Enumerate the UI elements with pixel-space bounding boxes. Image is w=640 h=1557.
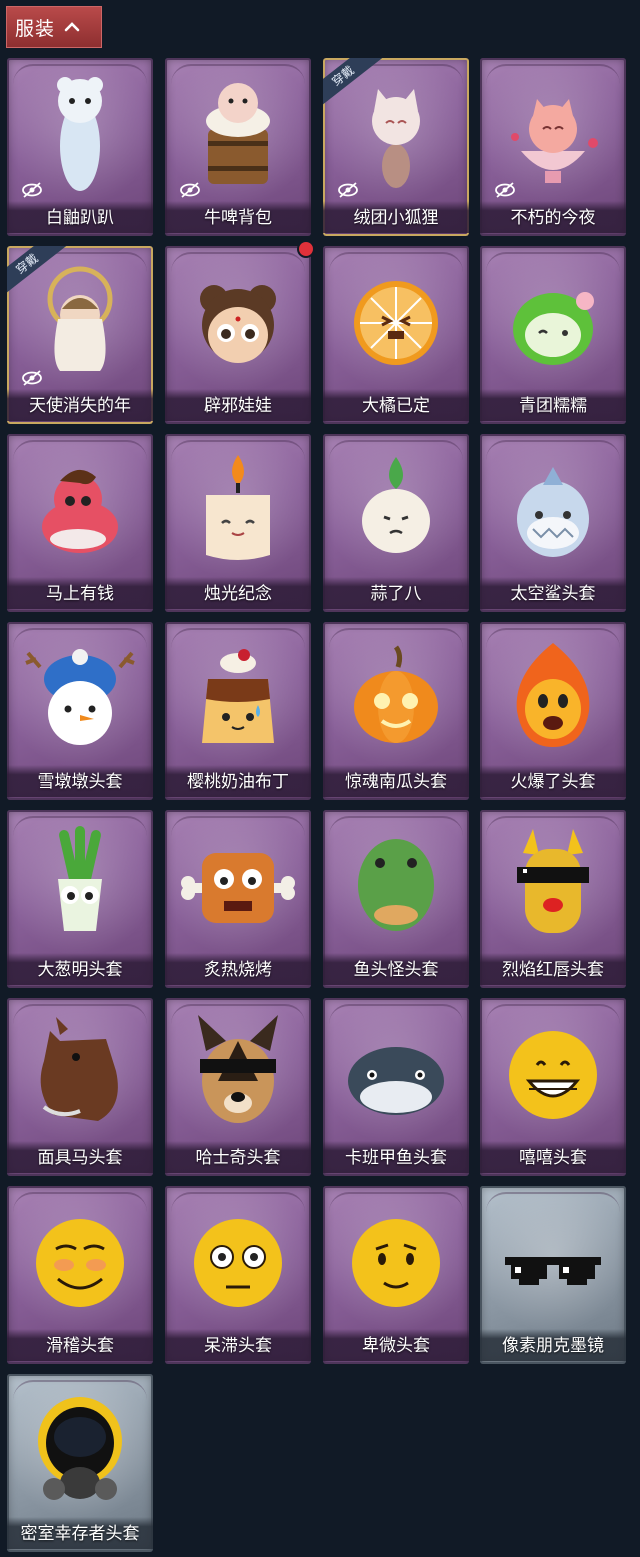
costume-label: 青团糯糯 [480, 389, 626, 421]
costume-card[interactable]: 像素朋克墨镜 [480, 1186, 626, 1364]
costume-label: 太空鲨头套 [480, 577, 626, 609]
costume-label: 像素朋克墨镜 [480, 1329, 626, 1361]
costume-label: 炙热烧烤 [165, 953, 311, 985]
costume-card[interactable]: 惊魂南瓜头套 [323, 622, 469, 800]
costume-label: 雪墩墩头套 [7, 765, 153, 797]
husky-sunglasses-icon [198, 1015, 278, 1123]
costume-label: 蒜了八 [323, 577, 469, 609]
funny-emoji-icon [36, 1219, 124, 1307]
chevron-up-icon [64, 22, 80, 32]
costume-card[interactable]: 穿戴 绒团小狐狸 [323, 58, 469, 236]
costume-label: 密室幸存者头套 [7, 1517, 153, 1549]
costume-label: 嘻嘻头套 [480, 1141, 626, 1173]
costume-card[interactable]: 嘻嘻头套 [480, 998, 626, 1176]
costume-label: 大橘已定 [323, 389, 469, 421]
costume-card[interactable]: 火爆了头套 [480, 622, 626, 800]
pumpkin-icon [354, 645, 438, 743]
round-fish-icon [348, 1047, 444, 1115]
costume-label: 天使消失的年 [7, 389, 153, 421]
costume-card[interactable]: 大葱明头套 [7, 810, 153, 988]
costume-card[interactable]: 不朽的今夜 [480, 58, 626, 236]
green-onion-icon [58, 826, 102, 931]
space-shark-icon [517, 467, 589, 557]
costume-label: 辟邪娃娃 [165, 389, 311, 421]
eye-slash-icon[interactable] [179, 182, 201, 198]
costume-card[interactable]: 滑稽头套 [7, 1186, 153, 1364]
costume-card[interactable]: 樱桃奶油布丁 [165, 622, 311, 800]
eye-slash-icon[interactable] [21, 182, 43, 198]
costume-label: 惊魂南瓜头套 [323, 765, 469, 797]
yellow-mask-sunglasses-icon [517, 829, 589, 933]
costume-label: 牛啤背包 [165, 201, 311, 233]
cherry-pudding-icon [202, 649, 274, 743]
costume-card[interactable]: 雪墩墩头套 [7, 622, 153, 800]
snowman-icon [25, 649, 135, 745]
fireball-icon [516, 643, 590, 747]
costume-card[interactable]: 烛光纪念 [165, 434, 311, 612]
angel-doll-icon [47, 266, 113, 371]
dazed-emoji-icon [194, 1219, 282, 1307]
costume-card[interactable]: 密室幸存者头套 [7, 1374, 153, 1552]
humble-emoji-icon [352, 1219, 440, 1307]
costume-label: 烈焰红唇头套 [480, 953, 626, 985]
garlic-icon [362, 457, 430, 553]
costume-label: 白鼬趴趴 [7, 201, 153, 233]
costume-label: 鱼头怪头套 [323, 953, 469, 985]
eye-slash-icon[interactable] [21, 370, 43, 386]
costume-label: 马上有钱 [7, 577, 153, 609]
costume-grid: 白鼬趴趴 牛啤背包 穿戴 绒团小狐狸 不朽的今夜穿戴 天使消失的年 辟邪娃娃 大橘已定 青团糯糯… [7, 58, 633, 1552]
new-item-dot [299, 242, 313, 256]
costume-label: 卡班甲鱼头套 [323, 1141, 469, 1173]
costume-card[interactable]: 牛啤背包 [165, 58, 311, 236]
costume-label: 滑稽头套 [7, 1329, 153, 1361]
candle-icon [206, 455, 270, 560]
pixel-sunglasses-icon [505, 1257, 601, 1285]
costume-card[interactable]: 太空鲨头套 [480, 434, 626, 612]
costume-label: 火爆了头套 [480, 765, 626, 797]
orange-slice-icon [354, 281, 438, 365]
costume-card[interactable]: 白鼬趴趴 [7, 58, 153, 236]
costume-label: 绒团小狐狸 [323, 201, 469, 233]
ermine-plush-icon [57, 77, 103, 191]
section-title: 服装 [15, 17, 56, 40]
doll-head-icon [200, 285, 276, 363]
costume-card[interactable]: 鱼头怪头套 [323, 810, 469, 988]
costume-card[interactable]: 卑微头套 [323, 1186, 469, 1364]
gas-mask-helmet-icon [38, 1397, 122, 1500]
costume-card[interactable]: 马上有钱 [7, 434, 153, 612]
costume-label: 面具马头套 [7, 1141, 153, 1173]
costume-card[interactable]: 穿戴 天使消失的年 [7, 246, 153, 424]
costume-card[interactable]: 辟邪娃娃 [165, 246, 311, 424]
costume-label: 卑微头套 [323, 1329, 469, 1361]
horse-mask-icon [40, 1017, 118, 1121]
costume-label: 呆滞头套 [165, 1329, 311, 1361]
section-header-clothing[interactable]: 服装 [6, 6, 102, 48]
costume-label: 樱桃奶油布丁 [165, 765, 311, 797]
costume-card[interactable]: 面具马头套 [7, 998, 153, 1176]
costume-label: 大葱明头套 [7, 953, 153, 985]
costume-label: 哈士奇头套 [165, 1141, 311, 1173]
green-rice-ball-icon [513, 292, 594, 365]
cow-beer-barrel-backpack-icon [206, 83, 270, 184]
costume-card[interactable]: 青团糯糯 [480, 246, 626, 424]
costume-card[interactable]: 大橘已定 [323, 246, 469, 424]
grin-emoji-icon [509, 1031, 597, 1119]
fluffy-fox-icon [372, 89, 420, 188]
eye-slash-icon[interactable] [494, 182, 516, 198]
costume-label: 不朽的今夜 [480, 201, 626, 233]
costume-card[interactable]: 炙热烧烤 [165, 810, 311, 988]
costume-card[interactable]: 烈焰红唇头套 [480, 810, 626, 988]
eye-slash-icon[interactable] [337, 182, 359, 198]
bbq-meat-icon [181, 853, 295, 923]
costume-card[interactable]: 蒜了八 [323, 434, 469, 612]
costume-card[interactable]: 卡班甲鱼头套 [323, 998, 469, 1176]
costume-label: 烛光纪念 [165, 577, 311, 609]
fish-head-icon [358, 839, 434, 931]
kitten-teacup-icon [511, 99, 598, 183]
costume-card[interactable]: 呆滞头套 [165, 1186, 311, 1364]
costume-card[interactable]: 哈士奇头套 [165, 998, 311, 1176]
red-horse-icon [42, 469, 118, 553]
